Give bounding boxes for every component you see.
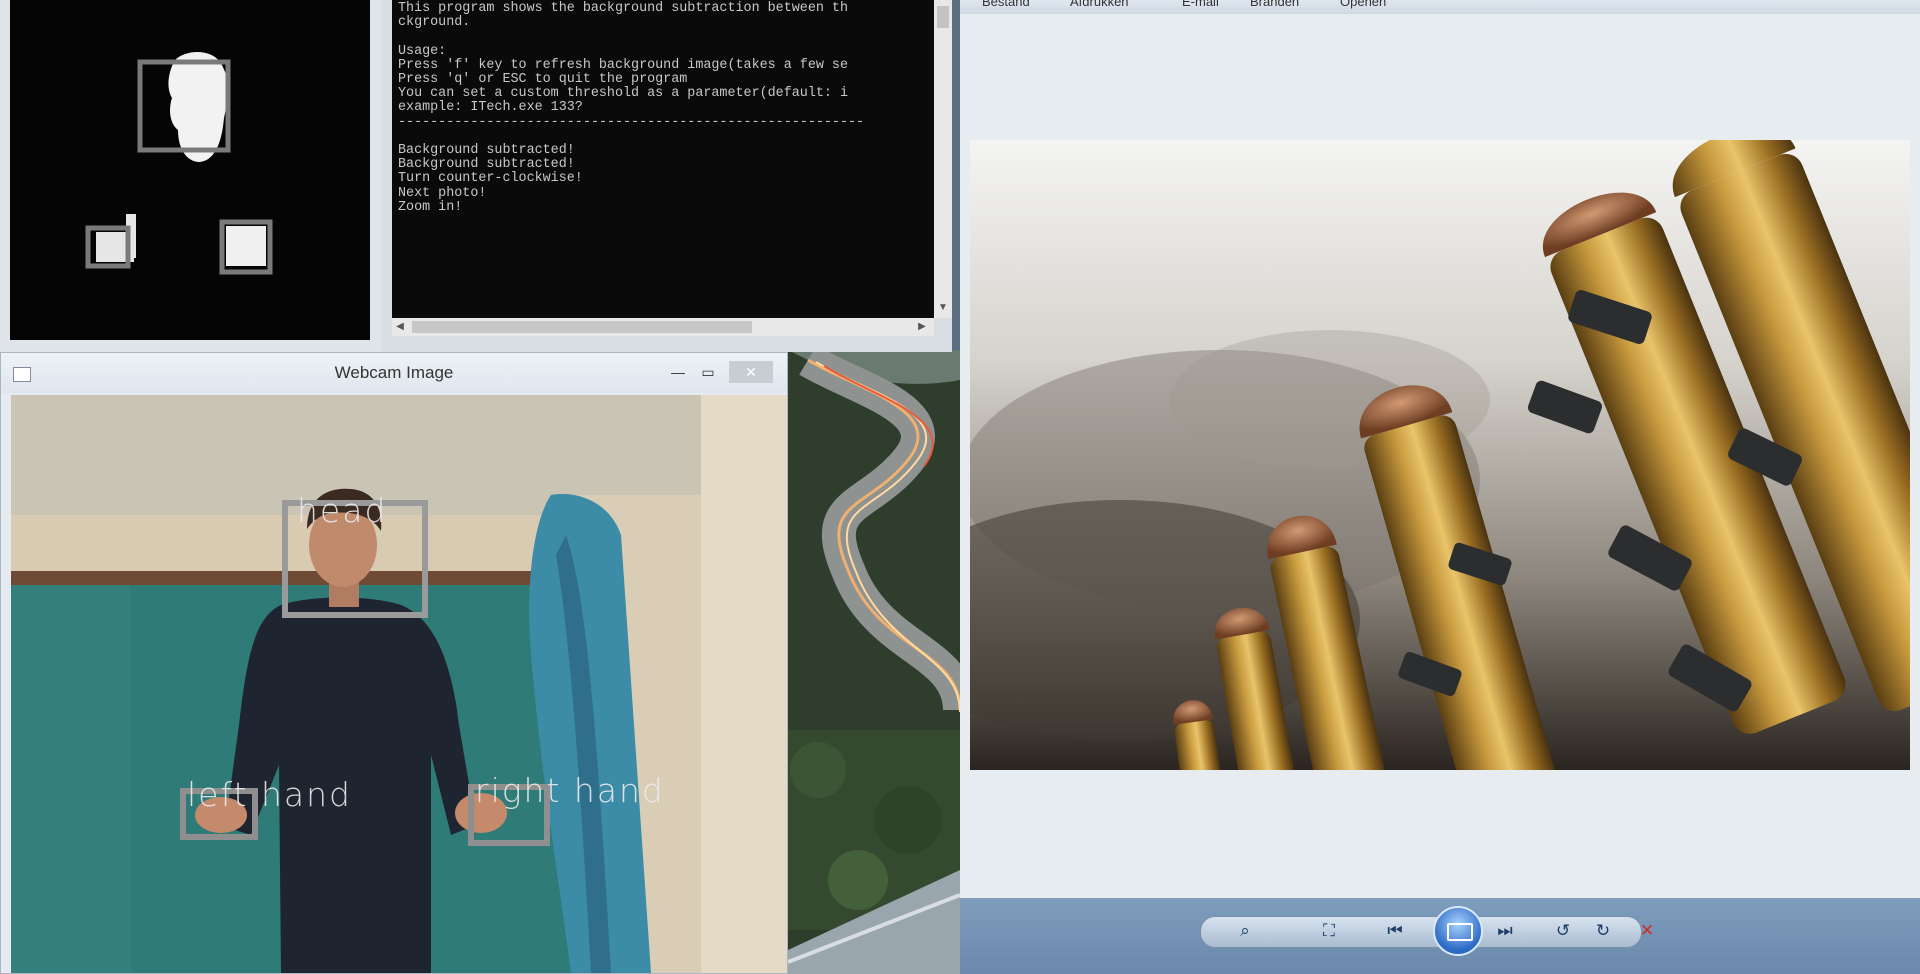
menu-print[interactable]: Afdrukken bbox=[1070, 0, 1129, 9]
close-button[interactable]: ✕ bbox=[729, 361, 773, 383]
rotate-cw-icon[interactable]: ↻ bbox=[1588, 918, 1618, 944]
vertical-scroll-thumb[interactable] bbox=[937, 6, 949, 28]
fit-window-icon[interactable]: ⛶ bbox=[1314, 918, 1344, 944]
menu-open[interactable]: Openen bbox=[1340, 0, 1386, 9]
right-hand-label: right hand bbox=[475, 771, 665, 810]
scroll-right-icon[interactable]: ▶ bbox=[914, 318, 930, 336]
foreground-mask-view bbox=[10, 0, 370, 340]
slideshow-button[interactable] bbox=[1433, 906, 1483, 956]
mask-window[interactable] bbox=[0, 0, 383, 352]
left-hand-label: left hand bbox=[187, 775, 352, 814]
minimize-button[interactable]: — bbox=[665, 361, 691, 383]
console-window[interactable]: This program shows the background subtra… bbox=[382, 0, 952, 352]
viewer-toolbar: ⌕ ⛶ ⏮ ⏭ ↺ ↻ ✕ bbox=[960, 898, 1920, 974]
console-horizontal-scrollbar[interactable]: ◀ ▶ bbox=[392, 318, 934, 336]
viewer-menubar: Bestand Afdrukken E-mail Branden Openen bbox=[960, 0, 1920, 14]
webcam-window[interactable]: Webcam Image — ▭ ✕ head left hand right … bbox=[0, 352, 788, 974]
zoom-icon[interactable]: ⌕ bbox=[1230, 918, 1260, 944]
scroll-down-icon[interactable]: ▼ bbox=[934, 300, 952, 316]
previous-icon[interactable]: ⏮ bbox=[1380, 918, 1410, 944]
desktop-wallpaper bbox=[788, 350, 960, 974]
rotate-ccw-icon[interactable]: ↺ bbox=[1548, 918, 1578, 944]
webcam-titlebar[interactable]: Webcam Image — ▭ ✕ bbox=[1, 353, 787, 393]
scroll-left-icon[interactable]: ◀ bbox=[392, 318, 408, 336]
horizontal-scroll-thumb[interactable] bbox=[412, 321, 752, 333]
maximize-button[interactable]: ▭ bbox=[695, 361, 721, 383]
menu-burn[interactable]: Branden bbox=[1250, 0, 1299, 9]
delete-icon[interactable]: ✕ bbox=[1632, 918, 1662, 944]
console-output: This program shows the background subtra… bbox=[392, 0, 934, 318]
console-vertical-scrollbar[interactable]: ▼ bbox=[934, 0, 952, 318]
next-icon[interactable]: ⏭ bbox=[1490, 918, 1520, 944]
photo-viewer-window[interactable]: Bestand Afdrukken E-mail Branden Openen bbox=[960, 0, 1920, 974]
console-text: This program shows the background subtra… bbox=[398, 1, 865, 215]
menu-email[interactable]: E-mail bbox=[1182, 0, 1219, 9]
displayed-photo bbox=[970, 140, 1910, 770]
head-label: head bbox=[297, 491, 388, 530]
webcam-feed: head left hand right hand bbox=[11, 395, 787, 973]
slideshow-icon bbox=[1447, 923, 1473, 941]
menu-file[interactable]: Bestand bbox=[982, 0, 1030, 9]
